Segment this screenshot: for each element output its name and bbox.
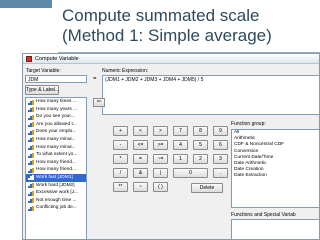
variable-list[interactable]: How many times ... How many years ... Do y… xyxy=(25,97,87,239)
variable-list-item[interactable]: How many times ... xyxy=(26,98,86,106)
variable-list-item[interactable]: Does your emplo... xyxy=(26,128,86,136)
keypad-key[interactable]: 1 xyxy=(173,154,188,164)
scale-variable-icon xyxy=(28,167,34,173)
keypad-key[interactable]: > xyxy=(153,126,168,136)
variable-label: Not enough time ... xyxy=(36,197,77,203)
keypad-key[interactable]: < xyxy=(133,126,148,136)
function-group-list[interactable]: All Arithmetic CDF & Noncentral CDF Convers… xyxy=(231,129,319,208)
variable-label: Does your emplo... xyxy=(36,129,77,135)
scale-variable-icon xyxy=(28,137,34,143)
scale-variable-icon xyxy=(28,107,34,113)
variable-label: How many friend... xyxy=(36,167,76,173)
slide-title: Compute summated scale (Method 1: Simple… xyxy=(62,6,312,46)
numeric-expression-input[interactable]: (JDM1 + JDM2 + JDM3 + JDM4 + JDM5) / 5 xyxy=(102,75,319,115)
keypad-key[interactable]: 0 xyxy=(173,168,208,178)
variable-label: To what extent yo... xyxy=(36,152,78,158)
variable-label: How many minut... xyxy=(36,144,76,150)
keypad-key[interactable]: - xyxy=(113,140,128,150)
variable-label: How many friend... xyxy=(36,159,76,165)
keypad-key[interactable]: . xyxy=(213,168,228,178)
scale-variable-icon xyxy=(28,114,34,120)
variable-list-item[interactable]: How many friend... xyxy=(26,166,86,174)
scale-variable-icon xyxy=(28,160,34,166)
compute-variable-dialog: Compute Variable Target Variable: JDM = … xyxy=(22,53,320,240)
numeric-expression-label: Numeric Expression: xyxy=(102,68,149,74)
move-to-expression-arrow-icon[interactable]: ⇦ xyxy=(93,98,105,107)
variable-label: Do you see your... xyxy=(36,114,75,120)
keypad-key[interactable]: / xyxy=(113,168,128,178)
functions-list[interactable] xyxy=(231,219,319,239)
variable-label: Excessive work [J... xyxy=(36,190,79,196)
scale-variable-icon xyxy=(28,145,34,151)
spss-app-icon xyxy=(26,56,32,62)
variable-list-item[interactable]: Excessive work [J... xyxy=(26,189,86,197)
delete-button[interactable]: Delete xyxy=(191,183,223,193)
target-variable-value: JDM xyxy=(28,77,39,83)
scale-variable-icon xyxy=(28,122,34,128)
type-label-button[interactable]: Type & Label... xyxy=(25,85,59,95)
variable-list-item[interactable]: To what extent yo... xyxy=(26,151,86,159)
numeric-expression-value: (JDM1 + JDM2 + JDM3 + JDM4 + JDM5) / 5 xyxy=(105,77,204,83)
variable-label: Are you allowed t... xyxy=(36,121,77,127)
scale-variable-icon xyxy=(28,190,34,196)
function-group-item[interactable]: Date Extraction xyxy=(232,173,319,179)
keypad-key[interactable]: <= xyxy=(133,140,148,150)
variable-label: How many years ... xyxy=(36,106,78,112)
keypad-key[interactable]: 4 xyxy=(173,140,188,150)
keypad-key[interactable]: >= xyxy=(153,140,168,150)
scale-variable-icon xyxy=(28,175,34,181)
functions-special-variables-label: Functions and Special Variab xyxy=(231,212,296,218)
variable-list-item[interactable]: How many minut... xyxy=(26,144,86,152)
variable-label: Conflicting job de... xyxy=(36,205,77,211)
variable-list-item[interactable]: How many friend... xyxy=(26,159,86,167)
keypad-key[interactable]: 3 xyxy=(213,154,228,164)
scale-variable-icon xyxy=(28,198,34,204)
slide-title-line-2: (Method 1: Simple average) xyxy=(62,26,272,45)
keypad-key[interactable]: + xyxy=(113,126,128,136)
variable-list-item[interactable]: Work hard [JDM2] xyxy=(26,182,86,190)
dialog-title: Compute Variable xyxy=(35,56,79,62)
dialog-titlebar: Compute Variable xyxy=(23,54,319,64)
variable-list-item[interactable]: Conflicting job de... xyxy=(26,204,86,212)
keypad-key[interactable]: 7 xyxy=(173,126,188,136)
variable-label: How many minut... xyxy=(36,136,76,142)
scale-variable-icon xyxy=(28,129,34,135)
keypad-key[interactable]: = xyxy=(133,154,148,164)
keypad-key[interactable]: & xyxy=(133,168,148,178)
title-accent-bar xyxy=(0,0,52,8)
variable-list-item[interactable]: Work fast [JDM1] xyxy=(26,173,86,182)
variable-label: How many times ... xyxy=(36,99,77,104)
variable-list-item[interactable]: Do you see your... xyxy=(26,113,86,121)
keypad-key[interactable]: ~ xyxy=(133,182,148,192)
variable-list-item[interactable]: How many minut... xyxy=(26,136,86,144)
keypad-key[interactable]: 9 xyxy=(213,126,228,136)
keypad-key[interactable]: 5 xyxy=(193,140,208,150)
keypad-key[interactable]: 2 xyxy=(193,154,208,164)
function-group-label: Function group: xyxy=(231,121,266,127)
keypad-key[interactable]: | xyxy=(153,168,168,178)
scale-variable-icon xyxy=(28,152,34,158)
scale-variable-icon xyxy=(28,205,34,211)
keypad-key[interactable]: ~= xyxy=(153,154,168,164)
keypad-key[interactable]: 8 xyxy=(193,126,208,136)
keypad-key[interactable]: ( ) xyxy=(153,182,168,192)
variable-list-item[interactable]: Are you allowed t... xyxy=(26,121,86,129)
variable-list-item[interactable]: How many years ... xyxy=(26,106,86,114)
variable-label: Work fast [JDM1] xyxy=(36,174,73,180)
target-variable-label: Target Variable: xyxy=(26,68,61,74)
slide-title-line-1: Compute summated scale xyxy=(62,6,260,25)
keypad-key[interactable]: * xyxy=(113,154,128,164)
equals-sign: = xyxy=(93,76,97,82)
target-variable-input[interactable]: JDM xyxy=(25,75,87,83)
scale-variable-icon xyxy=(28,99,34,105)
keypad-key[interactable]: ** xyxy=(113,182,128,192)
variable-list-item[interactable]: Not enough time ... xyxy=(26,197,86,205)
scale-variable-icon xyxy=(28,183,34,189)
keypad-key[interactable]: 6 xyxy=(213,140,228,150)
variable-label: Work hard [JDM2] xyxy=(36,182,75,188)
